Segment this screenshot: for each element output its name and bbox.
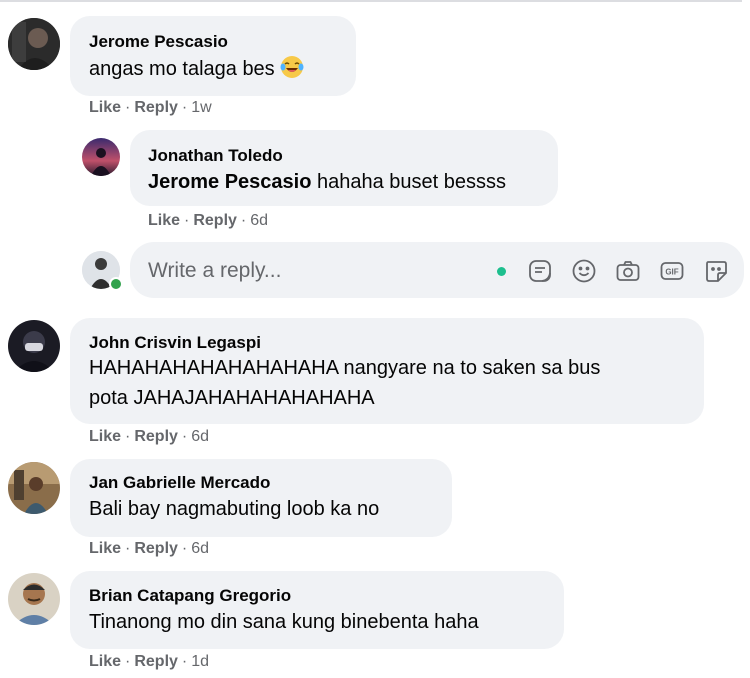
comment-text: angas mo talaga bes: [89, 54, 304, 84]
comment-author[interactable]: Brian Catapang Gregorio: [89, 586, 291, 606]
comment-text-line2: pota JAHAJAHAHAHAHAHAHA: [89, 387, 375, 409]
comment-actions: Like · Reply · 1w: [89, 99, 212, 116]
comment-text-content: angas mo talaga bes: [89, 58, 275, 80]
comment-time[interactable]: 6d: [250, 212, 268, 229]
comment-time[interactable]: 6d: [191, 428, 209, 445]
reply-button[interactable]: Reply: [193, 212, 237, 229]
comment-text: HAHAHAHAHAHAHAHAHA nangyare na to saken …: [89, 357, 601, 379]
comment-text: Tinanong mo din sana kung binebenta haha: [89, 611, 479, 633]
comment-time[interactable]: 1w: [191, 99, 211, 116]
reply-button[interactable]: Reply: [134, 428, 178, 445]
comment-text: Bali bay nagmabuting loob ka no: [89, 498, 380, 520]
comment-time[interactable]: 1d: [191, 653, 209, 670]
avatar[interactable]: [8, 573, 60, 625]
like-button[interactable]: Like: [89, 99, 121, 116]
like-button[interactable]: Like: [89, 653, 121, 670]
gif-icon[interactable]: GIF: [659, 258, 685, 284]
reply-text-content: hahaha buset bessss: [317, 171, 507, 193]
sticker-icon[interactable]: [527, 258, 553, 284]
reply-text: Jerome Pescasio hahaha buset bessss: [148, 167, 506, 197]
reply-button[interactable]: Reply: [134, 99, 178, 116]
reply-author[interactable]: Jonathan Toledo: [148, 146, 283, 166]
typing-indicator-dot: [497, 267, 506, 276]
gif-label: GIF: [665, 268, 678, 277]
like-button[interactable]: Like: [89, 540, 121, 557]
comment-time[interactable]: 6d: [191, 540, 209, 557]
like-button[interactable]: Like: [89, 428, 121, 445]
reply-button[interactable]: Reply: [134, 653, 178, 670]
like-button[interactable]: Like: [148, 212, 180, 229]
avatar[interactable]: [8, 320, 60, 372]
online-status-dot: [109, 277, 123, 291]
reply-actions: Like · Reply · 6d: [148, 212, 269, 229]
laughing-crying-emoji-icon: [280, 55, 304, 79]
comment-author[interactable]: Jan Gabrielle Mercado: [89, 473, 270, 493]
comment-author[interactable]: Jerome Pescasio: [89, 32, 228, 52]
emoji-icon[interactable]: [571, 258, 597, 284]
comment-author[interactable]: John Crisvin Legaspi: [89, 333, 261, 353]
avatar[interactable]: [8, 18, 60, 70]
mention-link[interactable]: Jerome Pescasio: [148, 171, 311, 193]
comment-actions: Like · Reply · 6d: [89, 428, 210, 445]
reply-button[interactable]: Reply: [134, 540, 178, 557]
avatar-sticker-icon[interactable]: [703, 258, 729, 284]
camera-icon[interactable]: [615, 258, 641, 284]
top-divider: [0, 0, 742, 2]
comment-actions: Like · Reply · 6d: [89, 540, 210, 557]
reply-input-placeholder[interactable]: Write a reply...: [148, 259, 281, 283]
avatar[interactable]: [82, 138, 120, 176]
comment-actions: Like · Reply · 1d: [89, 653, 210, 670]
avatar[interactable]: [8, 462, 60, 514]
